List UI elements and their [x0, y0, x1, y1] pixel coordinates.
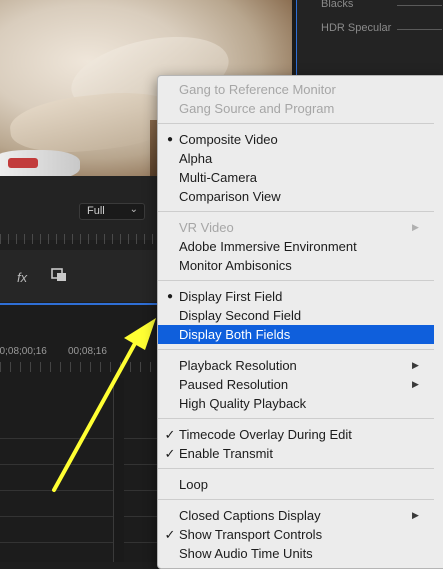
- menu-item-label: Gang Source and Program: [179, 101, 335, 116]
- timecode-label: 00;08;00;16: [0, 346, 47, 357]
- submenu-arrow-icon: ▶: [412, 222, 419, 232]
- menu-item-label: VR Video: [179, 220, 234, 235]
- menu-item-playback-resolution[interactable]: Playback Resolution ▶: [158, 356, 434, 375]
- menu-item-paused-resolution[interactable]: Paused Resolution ▶: [158, 375, 434, 394]
- menu-item-gang-to-reference-monitor: Gang to Reference Monitor: [158, 80, 434, 99]
- program-monitor-settings-menu: Gang to Reference Monitor Gang Source and…: [157, 75, 443, 569]
- playback-resolution-select[interactable]: Full ⌄: [79, 203, 145, 220]
- clip-icon[interactable]: [51, 268, 67, 282]
- menu-item-vr-video: VR Video ▶: [158, 218, 434, 237]
- menu-item-label: Enable Transmit: [179, 446, 273, 461]
- menu-item-label: Loop: [179, 477, 208, 492]
- menu-item-display-second-field[interactable]: Display Second Field: [158, 306, 434, 325]
- menu-item-label: Multi-Camera: [179, 170, 258, 185]
- menu-item-label: Adobe Immersive Environment: [179, 239, 357, 254]
- video-content: [8, 158, 38, 168]
- menu-item-label: Playback Resolution: [179, 358, 297, 373]
- menu-item-label: Gang to Reference Monitor: [179, 82, 336, 97]
- playback-resolution-value: Full: [87, 205, 105, 217]
- menu-separator: [158, 280, 434, 281]
- timecode-label: 00;08;16: [68, 346, 107, 357]
- submenu-arrow-icon: ▶: [412, 360, 419, 370]
- menu-item-alpha[interactable]: Alpha: [158, 149, 434, 168]
- menu-separator: [158, 418, 434, 419]
- track-divider: [0, 464, 160, 465]
- track-divider: [0, 438, 160, 439]
- checkmark-icon: ✓: [164, 427, 176, 442]
- menu-separator: [158, 211, 434, 212]
- menu-item-label: Paused Resolution: [179, 377, 289, 392]
- timeline-track-area[interactable]: [113, 378, 124, 562]
- scope-slider[interactable]: [397, 29, 442, 30]
- menu-item-label: Display Second Field: [179, 308, 302, 323]
- bullet-icon: ●: [166, 134, 174, 145]
- fx-icon[interactable]: fx: [17, 270, 27, 285]
- scope-label-blacks: Blacks: [321, 0, 354, 10]
- menu-separator: [158, 123, 434, 124]
- menu-item-closed-captions-display[interactable]: Closed Captions Display ▶: [158, 506, 434, 525]
- menu-item-timecode-overlay-during-edit[interactable]: ✓ Timecode Overlay During Edit: [158, 425, 434, 444]
- menu-item-high-quality-playback[interactable]: High Quality Playback: [158, 394, 434, 413]
- menu-item-comparison-view[interactable]: Comparison View: [158, 187, 434, 206]
- menu-item-loop[interactable]: Loop: [158, 475, 434, 494]
- menu-item-gang-source-and-program: Gang Source and Program: [158, 99, 434, 118]
- menu-item-enable-transmit[interactable]: ✓ Enable Transmit: [158, 444, 434, 463]
- menu-item-adobe-immersive-environment[interactable]: Adobe Immersive Environment: [158, 237, 434, 256]
- submenu-arrow-icon: ▶: [412, 510, 419, 520]
- scope-label-hdr-specular: HDR Specular: [321, 22, 392, 34]
- menu-item-label: High Quality Playback: [179, 396, 307, 411]
- bullet-icon: ●: [166, 291, 174, 302]
- submenu-arrow-icon: ▶: [412, 379, 419, 389]
- scope-slider[interactable]: [397, 5, 442, 6]
- menu-item-display-both-fields[interactable]: Display Both Fields: [158, 325, 434, 344]
- menu-item-label: Monitor Ambisonics: [179, 258, 292, 273]
- menu-item-display-first-field[interactable]: ● Display First Field: [158, 287, 434, 306]
- menu-item-monitor-ambisonics[interactable]: Monitor Ambisonics: [158, 256, 434, 275]
- menu-item-label: Show Audio Time Units: [179, 546, 313, 561]
- menu-item-label: Closed Captions Display: [179, 508, 321, 523]
- timeline-ruler[interactable]: [0, 362, 160, 372]
- menu-item-multi-camera[interactable]: Multi-Camera: [158, 168, 434, 187]
- menu-separator: [158, 349, 434, 350]
- menu-item-label: Show Transport Controls: [179, 527, 323, 542]
- chevron-down-icon: ⌄: [129, 204, 138, 215]
- menu-item-composite-video[interactable]: ● Composite Video: [158, 130, 434, 149]
- checkmark-icon: ✓: [164, 527, 176, 542]
- track-divider: [0, 490, 160, 491]
- lumetri-scopes-panel: Blacks HDR Specular: [296, 0, 443, 75]
- menu-item-label: Display Both Fields: [179, 327, 291, 342]
- checkmark-icon: ✓: [164, 446, 176, 461]
- track-divider: [0, 542, 160, 543]
- menu-item-label: Timecode Overlay During Edit: [179, 427, 352, 442]
- menu-separator: [158, 499, 434, 500]
- menu-item-label: Alpha: [179, 151, 213, 166]
- menu-item-show-audio-time-units[interactable]: Show Audio Time Units: [158, 544, 434, 563]
- menu-item-show-transport-controls[interactable]: ✓ Show Transport Controls: [158, 525, 434, 544]
- track-divider: [0, 516, 160, 517]
- menu-separator: [158, 468, 434, 469]
- menu-item-label: Composite Video: [179, 132, 278, 147]
- menu-item-label: Display First Field: [179, 289, 283, 304]
- menu-item-label: Comparison View: [179, 189, 281, 204]
